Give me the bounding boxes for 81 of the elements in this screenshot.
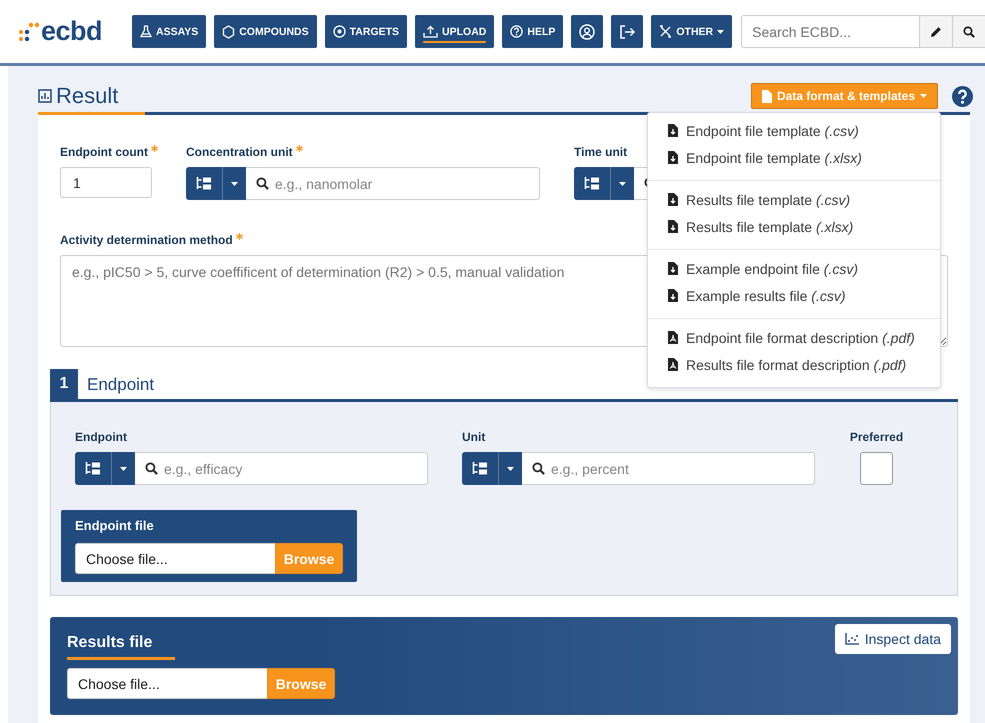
lookup-field[interactable]: e.g., percent (522, 452, 815, 485)
help-icon[interactable] (952, 86, 973, 106)
field-label: Endpoint file (75, 518, 155, 535)
file-download-icon (668, 289, 678, 302)
tree-button[interactable] (75, 452, 111, 485)
endpoint-number: 1 (50, 369, 78, 399)
chart-icon (38, 89, 52, 103)
caret-icon (920, 94, 927, 98)
search-icon (532, 462, 545, 475)
user-icon (579, 24, 596, 40)
tools-icon (659, 25, 672, 38)
nav-button[interactable]: OTHER (651, 15, 732, 48)
nav-button[interactable]: TARGETS (324, 15, 408, 48)
file-download-icon (668, 220, 678, 233)
inspect-data-button[interactable]: Inspect data (834, 624, 951, 654)
logout-icon (619, 24, 636, 38)
file-download-icon (668, 262, 678, 275)
file-download-icon (668, 151, 678, 164)
file-field[interactable]: Choose file... (75, 543, 275, 574)
field-label: Endpoint count (60, 145, 148, 159)
pdf-file-icon (668, 358, 678, 371)
field-label: Unit (462, 430, 486, 444)
field-label: Time unit (574, 145, 628, 159)
nav-button[interactable]: UPLOAD (415, 15, 494, 48)
menu-item[interactable]: Results file template (.csv) (648, 186, 940, 213)
tree-icon (584, 177, 600, 190)
section-title: Result (56, 83, 118, 109)
checkbox[interactable] (860, 452, 893, 485)
file-download-icon (762, 90, 772, 102)
flask-icon (140, 25, 152, 38)
file-download-icon (668, 124, 678, 137)
pdf-file-icon (668, 331, 678, 344)
menu-item[interactable]: Endpoint file template (.csv) (648, 117, 940, 144)
nav-button[interactable]: COMPOUNDS (214, 15, 317, 48)
tree-button[interactable] (186, 167, 222, 200)
field-label: Results file (67, 634, 175, 660)
field-label: Endpoint (75, 430, 127, 444)
field-label: Preferred (850, 430, 904, 444)
search-input[interactable]: e.g., efficacy (164, 460, 427, 476)
upload-icon (423, 25, 438, 38)
lookup-field[interactable]: e.g., nanomolar (246, 167, 540, 200)
search-button[interactable] (952, 16, 985, 47)
pencil-icon (930, 26, 942, 38)
logo-icon (18, 22, 40, 42)
nav-button[interactable]: ASSAYS (132, 15, 206, 48)
tree-button[interactable] (574, 167, 610, 200)
icon-button[interactable] (571, 15, 604, 48)
caret-icon (619, 182, 626, 186)
search-input[interactable]: e.g., nanomolar (275, 176, 539, 192)
menu-item[interactable]: Results file template (.xlsx) (648, 213, 940, 240)
search-icon (256, 177, 269, 190)
tree-icon (196, 177, 212, 190)
endpoint-title: Endpoint (87, 374, 154, 396)
menu-item[interactable]: Example endpoint file (.csv) (648, 255, 940, 282)
help-icon (510, 25, 524, 38)
caret-icon (120, 466, 127, 470)
menu-item[interactable]: Example results file (.csv) (648, 282, 940, 309)
search-icon (963, 26, 975, 38)
hexagon-icon (222, 24, 236, 38)
field-label: Activity determination method (60, 233, 233, 247)
edit-button[interactable] (919, 16, 952, 47)
menu-item[interactable]: Results file format description (.pdf) (648, 351, 940, 378)
logo-text[interactable]: ecbd (41, 18, 102, 45)
lookup-field[interactable]: e.g., efficacy (135, 452, 428, 485)
tree-icon (472, 462, 488, 475)
search-bar[interactable]: Search ECBD... (741, 15, 985, 48)
tree-icon (85, 462, 101, 475)
nav-button[interactable]: HELP (502, 15, 564, 48)
icon-button[interactable] (611, 15, 644, 48)
caret-icon (507, 466, 514, 470)
caret-icon (231, 182, 238, 186)
file-field[interactable]: Choose file... (67, 668, 267, 699)
target-icon (332, 25, 346, 38)
search-icon (145, 462, 158, 475)
number-field[interactable]: 1 (60, 167, 152, 198)
scatter-chart-icon (844, 633, 859, 645)
field-label: Concentration unit (186, 145, 293, 159)
menu-item[interactable]: Endpoint file template (.xlsx) (648, 144, 940, 171)
tree-button[interactable] (462, 452, 498, 485)
search-input[interactable]: e.g., percent (551, 460, 814, 476)
file-download-icon (668, 193, 678, 206)
